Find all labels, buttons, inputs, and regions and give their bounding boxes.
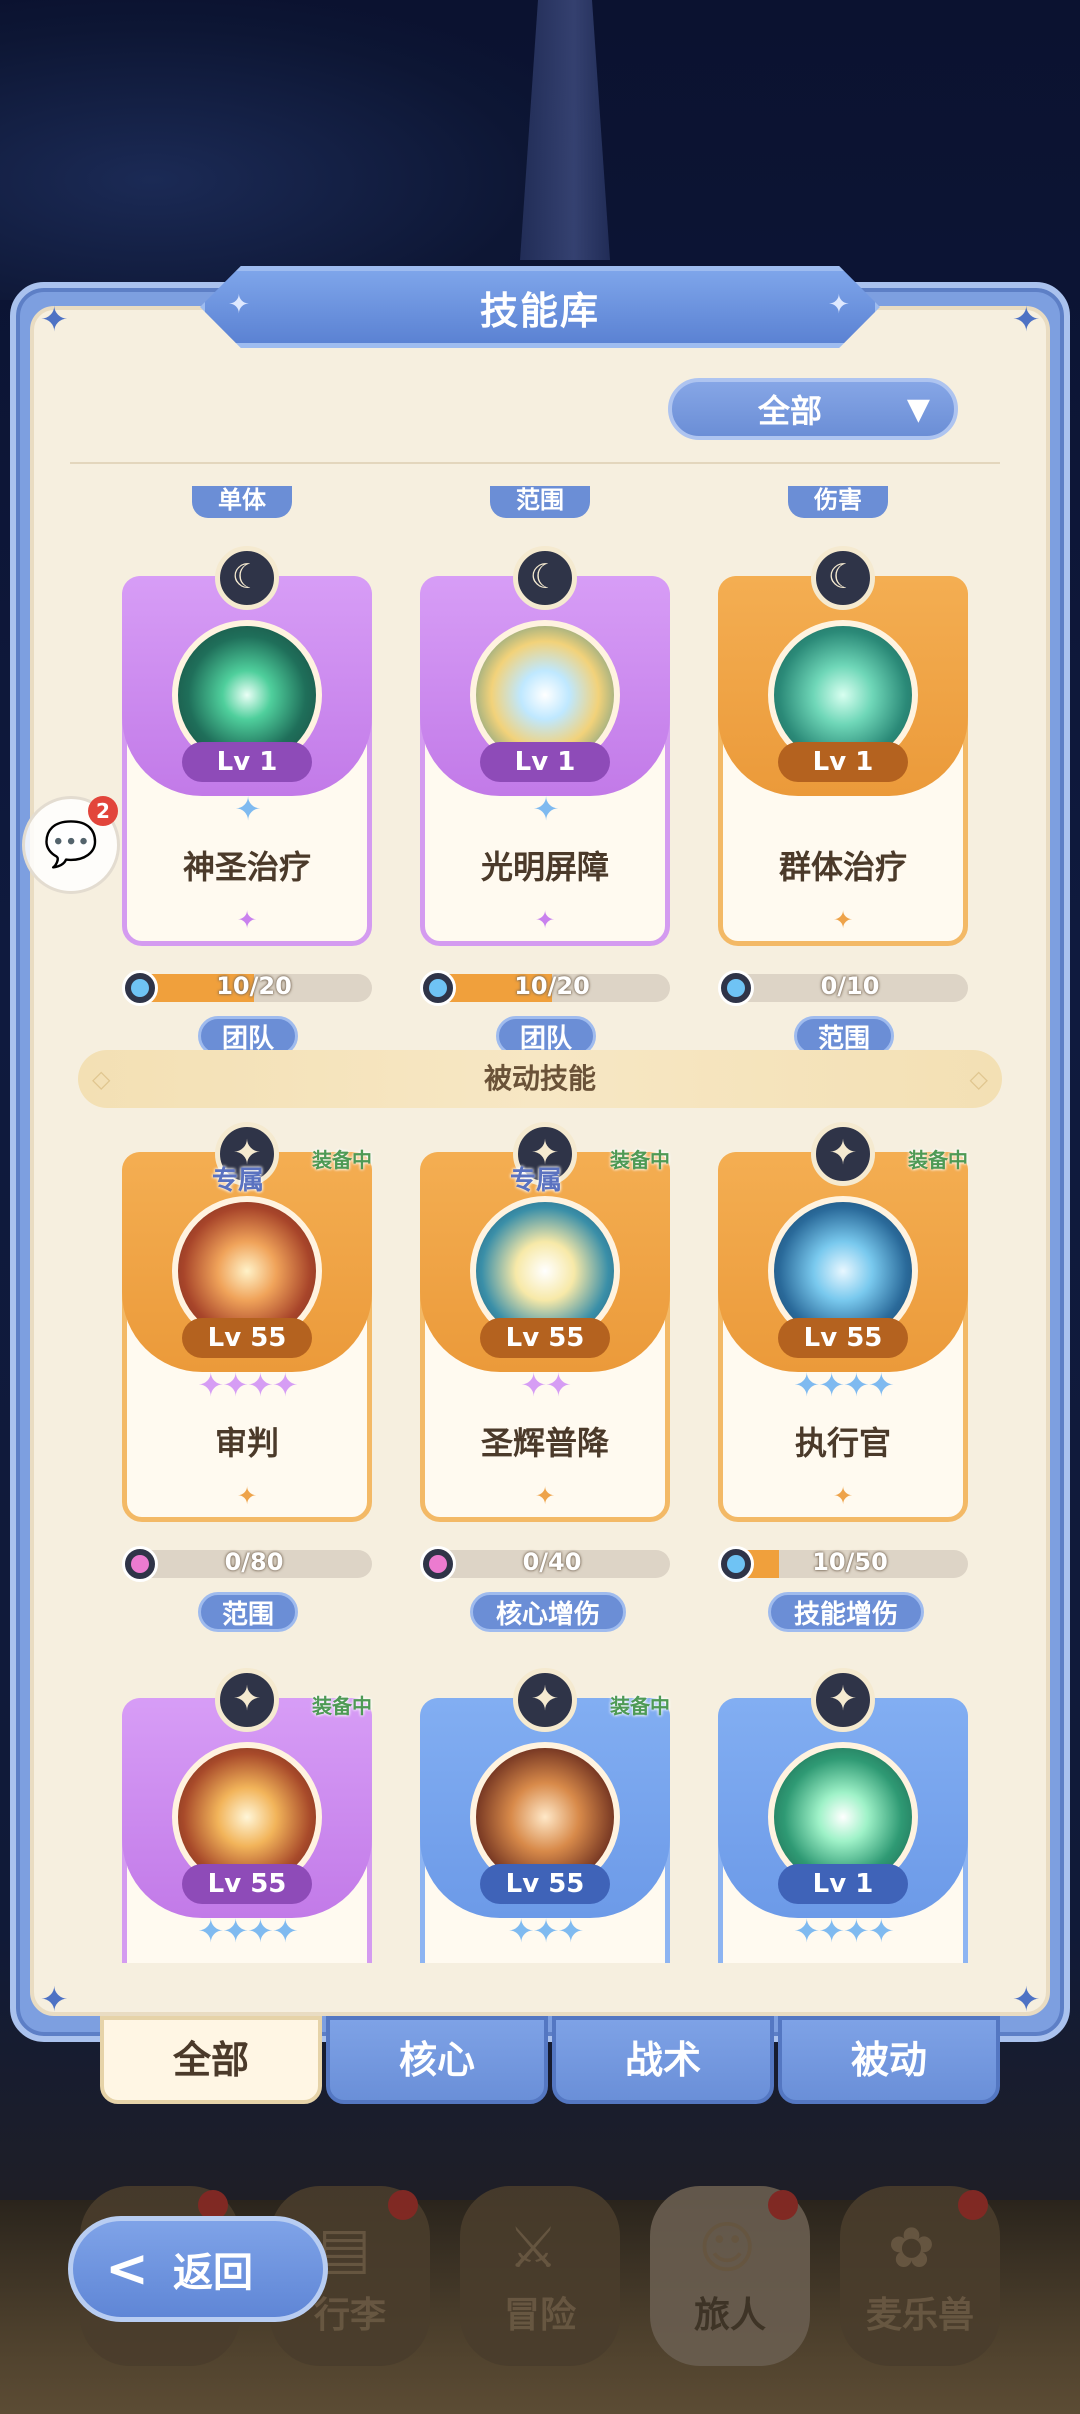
card-foot-icon: ✦ xyxy=(236,1482,258,1510)
notification-badge: 2 xyxy=(88,796,118,826)
notification-dot xyxy=(768,2190,798,2220)
back-button-label: 返回 xyxy=(173,2250,253,2296)
swords-icon: ⚔ xyxy=(508,2216,559,2281)
corner-star-icon: ✦ xyxy=(40,300,69,340)
corner-star-icon: ✦ xyxy=(1012,1980,1041,2020)
section-header-passive: ◇ 被动技能 ◇ xyxy=(78,1050,1002,1108)
skill-tag: 范围 xyxy=(490,486,590,518)
skill-progress: 10/50 xyxy=(718,1546,968,1582)
star-rating: ✦ xyxy=(532,790,560,828)
filter-selected-value: 全部 xyxy=(758,392,823,430)
page-title: 技能库 xyxy=(479,288,600,333)
skill-tag: 伤害 xyxy=(788,486,888,518)
skill-tag: 范围 xyxy=(198,1592,298,1632)
card-foot-icon: ✦ xyxy=(832,906,854,934)
star-rating: ✦✦✦✦ xyxy=(197,1912,298,1950)
card-foot-icon: ✦ xyxy=(534,1482,556,1510)
skill-level: Lv 1 xyxy=(778,742,908,782)
skill-level: Lv 1 xyxy=(778,1864,908,1904)
progress-text: 0/80 xyxy=(224,1548,284,1576)
equipped-label: 装备中 xyxy=(908,1148,968,1172)
diamond-deco-icon: ◇ xyxy=(92,1065,111,1093)
back-button[interactable]: < 返回 xyxy=(68,2216,328,2322)
card-foot-icon: ✦ xyxy=(534,906,556,934)
skill-level: Lv 55 xyxy=(182,1318,312,1358)
skill-level: Lv 1 xyxy=(182,742,312,782)
skill-tag: 技能增伤 xyxy=(768,1592,924,1632)
skill-name: 审判 xyxy=(214,1424,279,1462)
star-badge-icon: ✦ xyxy=(811,1122,875,1186)
divider xyxy=(70,462,1000,464)
back-arrow-icon: < xyxy=(105,2239,149,2299)
tab-tactics[interactable]: 战术 xyxy=(552,2016,774,2104)
nav-item-traveler[interactable]: ☺ 旅人 xyxy=(650,2186,810,2366)
moon-badge-icon: ☾ xyxy=(811,546,875,610)
notification-dot xyxy=(958,2190,988,2220)
star-badge-icon: ✦ xyxy=(811,1668,875,1732)
chat-bubble-icon: 💬 xyxy=(43,819,99,870)
star-rating: ✦✦✦ xyxy=(507,1912,584,1950)
star-rating: ✦✦✦✦ xyxy=(793,1912,894,1950)
skill-level: Lv 55 xyxy=(480,1318,610,1358)
star-rating: ✦✦✦✦ xyxy=(197,1366,298,1404)
skill-progress: 0/80 xyxy=(122,1546,372,1582)
skill-name: 神圣治疗 xyxy=(182,848,311,886)
equipped-label: 装备中 xyxy=(312,1694,372,1718)
exclusive-label: 专属 xyxy=(510,1166,563,1196)
notification-dot xyxy=(388,2190,418,2220)
moon-badge-icon: ☾ xyxy=(215,546,279,610)
tab-passive[interactable]: 被动 xyxy=(778,2016,1000,2104)
star-rating: ✦ xyxy=(234,790,262,828)
skill-list[interactable]: 单体 范围 伤害 ☾ Lv 1 ✦ 神圣治疗 ✦ 10/20 团队 ☾ Lv 1… xyxy=(38,468,1042,1963)
skill-tag: 核心增伤 xyxy=(470,1592,626,1632)
skill-progress: 10/20 xyxy=(420,970,670,1006)
equipped-label: 装备中 xyxy=(610,1148,670,1172)
nav-item-adventure[interactable]: ⚔ 冒险 xyxy=(460,2186,620,2366)
progress-text: 0/10 xyxy=(820,972,880,1000)
tab-core[interactable]: 核心 xyxy=(326,2016,548,2104)
skill-name: 圣辉普降 xyxy=(480,1424,609,1462)
skill-level: Lv 55 xyxy=(778,1318,908,1358)
equipped-label: 装备中 xyxy=(610,1694,670,1718)
skill-name: 执行官 xyxy=(794,1424,891,1462)
diamond-deco-icon: ◇ xyxy=(969,1065,988,1093)
star-rating: ✦✦✦✦ xyxy=(793,1366,894,1404)
corner-star-icon: ✦ xyxy=(1012,300,1041,340)
skill-progress: 0/10 xyxy=(718,970,968,1006)
star-rating: ✦✦ xyxy=(520,1366,572,1404)
progress-text: 10/50 xyxy=(812,1548,888,1576)
progress-text: 10/20 xyxy=(514,972,590,1000)
skill-name: 光明屏障 xyxy=(480,848,609,886)
skill-level: Lv 1 xyxy=(480,742,610,782)
star-deco-icon: ✦ xyxy=(228,290,250,320)
background-cliff xyxy=(0,0,600,300)
star-badge-icon: ✦ xyxy=(513,1668,577,1732)
skill-level: Lv 55 xyxy=(480,1864,610,1904)
pet-icon: ✿ xyxy=(888,2216,935,2281)
card-foot-icon: ✦ xyxy=(236,906,258,934)
star-badge-icon: ✦ xyxy=(215,1668,279,1732)
nav-item-pet[interactable]: ✿ 麦乐兽 xyxy=(840,2186,1000,2366)
skill-level: Lv 55 xyxy=(182,1864,312,1904)
progress-text: 10/20 xyxy=(216,972,292,1000)
section-title: 被动技能 xyxy=(483,1062,596,1095)
star-deco-icon: ✦ xyxy=(828,290,850,320)
filter-dropdown[interactable]: 全部 ▼ xyxy=(668,378,958,440)
exclusive-label: 专属 xyxy=(212,1166,265,1196)
moon-badge-icon: ☾ xyxy=(513,546,577,610)
skill-progress: 0/40 xyxy=(420,1546,670,1582)
traveler-icon: ☺ xyxy=(698,2216,757,2281)
corner-star-icon: ✦ xyxy=(40,1980,69,2020)
chevron-down-icon: ▼ xyxy=(906,392,930,427)
equipped-label: 装备中 xyxy=(312,1148,372,1172)
progress-text: 0/40 xyxy=(522,1548,582,1576)
skill-progress: 10/20 xyxy=(122,970,372,1006)
card-foot-icon: ✦ xyxy=(832,1482,854,1510)
skill-name: 群体治疗 xyxy=(778,848,907,886)
tab-all[interactable]: 全部 xyxy=(100,2016,322,2104)
skill-tag: 单体 xyxy=(192,486,292,518)
title-banner: 技能库 xyxy=(200,266,880,348)
